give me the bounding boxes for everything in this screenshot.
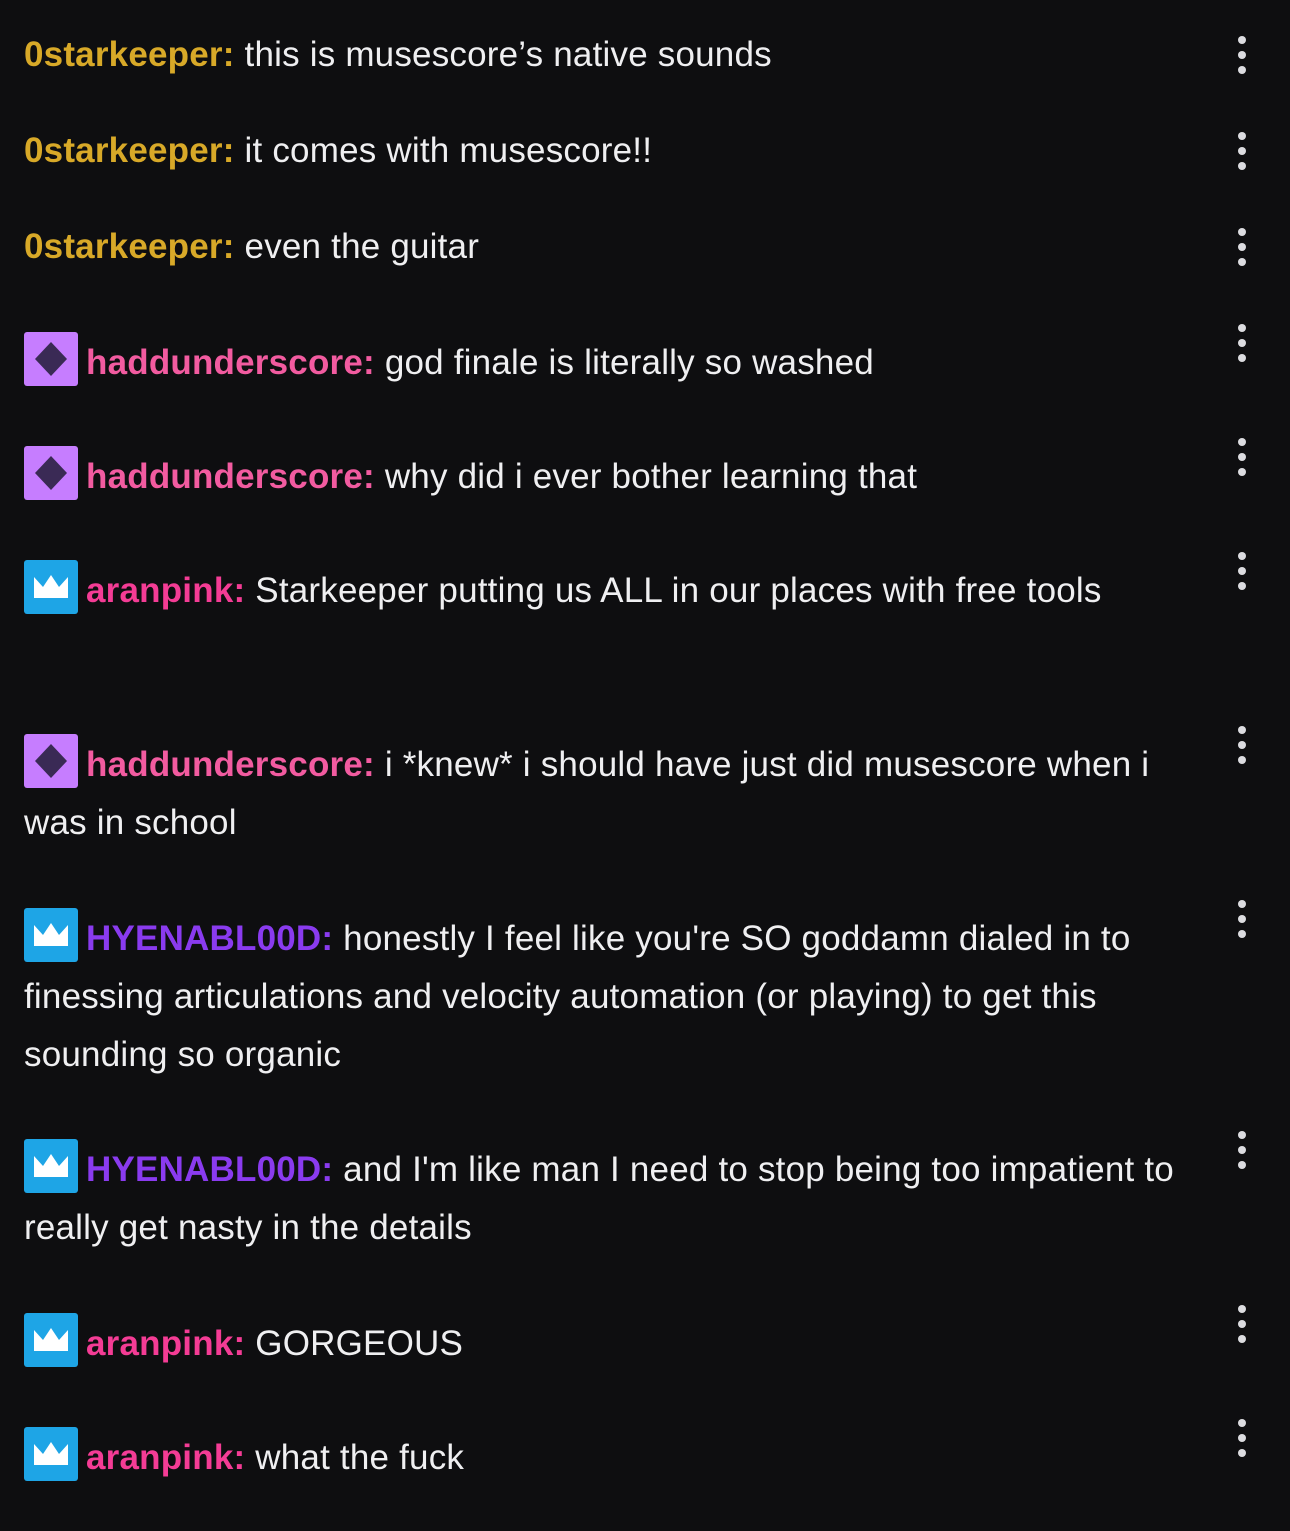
message-more-options-button[interactable] (1230, 550, 1254, 592)
chat-message-list: 0starkeeper: this is musescore’s native … (0, 0, 1290, 1531)
chat-username[interactable]: haddunderscore: (86, 343, 375, 382)
message-more-options-button[interactable] (1230, 130, 1254, 172)
chat-message-text: what the fuck (255, 1438, 465, 1477)
chat-username[interactable]: 0starkeeper: (24, 35, 235, 74)
chat-message-text: even the guitar (244, 227, 480, 266)
chat-message: 0starkeeper: this is musescore’s native … (24, 26, 1209, 84)
diamond-badge-icon[interactable] (24, 332, 78, 386)
chat-username[interactable]: HYENABL00D: (86, 919, 333, 958)
message-more-options-button[interactable] (1230, 1129, 1254, 1171)
chat-message: aranpink: GORGEOUS (24, 1313, 1209, 1373)
more-vertical-icon (1238, 324, 1246, 362)
message-more-options-button[interactable] (1230, 724, 1254, 766)
chat-message: 0starkeeper: even the guitar (24, 218, 1209, 276)
chat-message-text: it comes with musescore!! (244, 131, 653, 170)
more-vertical-icon (1238, 36, 1246, 74)
crown-badge-icon[interactable] (24, 908, 78, 962)
chat-username[interactable]: aranpink: (86, 1324, 245, 1363)
chat-username[interactable]: aranpink: (86, 571, 245, 610)
message-more-options-button[interactable] (1230, 322, 1254, 364)
chat-message-text: this is musescore’s native sounds (244, 35, 772, 74)
message-more-options-button[interactable] (1230, 436, 1254, 478)
message-more-options-button[interactable] (1230, 1417, 1254, 1459)
chat-username[interactable]: HYENABL00D: (86, 1150, 333, 1189)
chat-message: aranpink: Starkeeper putting us ALL in o… (24, 560, 1209, 620)
chat-message-text: god finale is literally so washed (384, 343, 874, 382)
crown-badge-icon[interactable] (24, 1139, 78, 1193)
message-more-options-button[interactable] (1230, 1303, 1254, 1345)
more-vertical-icon (1238, 228, 1246, 266)
more-vertical-icon (1238, 726, 1246, 764)
crown-badge-icon[interactable] (24, 560, 78, 614)
message-more-options-button[interactable] (1230, 34, 1254, 76)
chat-username[interactable]: 0starkeeper: (24, 131, 235, 170)
chat-message-text: Starkeeper putting us ALL in our places … (255, 571, 1102, 610)
crown-badge-icon[interactable] (24, 1427, 78, 1481)
more-vertical-icon (1238, 132, 1246, 170)
diamond-badge-icon[interactable] (24, 446, 78, 500)
diamond-badge-icon[interactable] (24, 734, 78, 788)
chat-message: haddunderscore: i *knew* i should have j… (24, 734, 1209, 852)
more-vertical-icon (1238, 900, 1246, 938)
chat-username[interactable]: aranpink: (86, 1438, 245, 1477)
more-vertical-icon (1238, 1131, 1246, 1169)
chat-message: HYENABL00D: and I'm like man I need to s… (24, 1139, 1209, 1257)
chat-message-text: GORGEOUS (255, 1324, 464, 1363)
message-more-options-button[interactable] (1230, 898, 1254, 940)
message-more-options-button[interactable] (1230, 226, 1254, 268)
chat-message: HYENABL00D: honestly I feel like you're … (24, 908, 1209, 1084)
chat-message: haddunderscore: god finale is literally … (24, 332, 1209, 392)
more-vertical-icon (1238, 1305, 1246, 1343)
chat-message: 0starkeeper: it comes with musescore!! (24, 122, 1209, 180)
chat-username[interactable]: haddunderscore: (86, 745, 375, 784)
more-vertical-icon (1238, 1419, 1246, 1457)
more-vertical-icon (1238, 552, 1246, 590)
chat-username[interactable]: 0starkeeper: (24, 227, 235, 266)
crown-badge-icon[interactable] (24, 1313, 78, 1367)
chat-message: haddunderscore: why did i ever bother le… (24, 446, 1209, 506)
chat-message: aranpink: what the fuck (24, 1427, 1209, 1487)
more-vertical-icon (1238, 438, 1246, 476)
chat-username[interactable]: haddunderscore: (86, 457, 375, 496)
chat-message-text: why did i ever bother learning that (384, 457, 918, 496)
